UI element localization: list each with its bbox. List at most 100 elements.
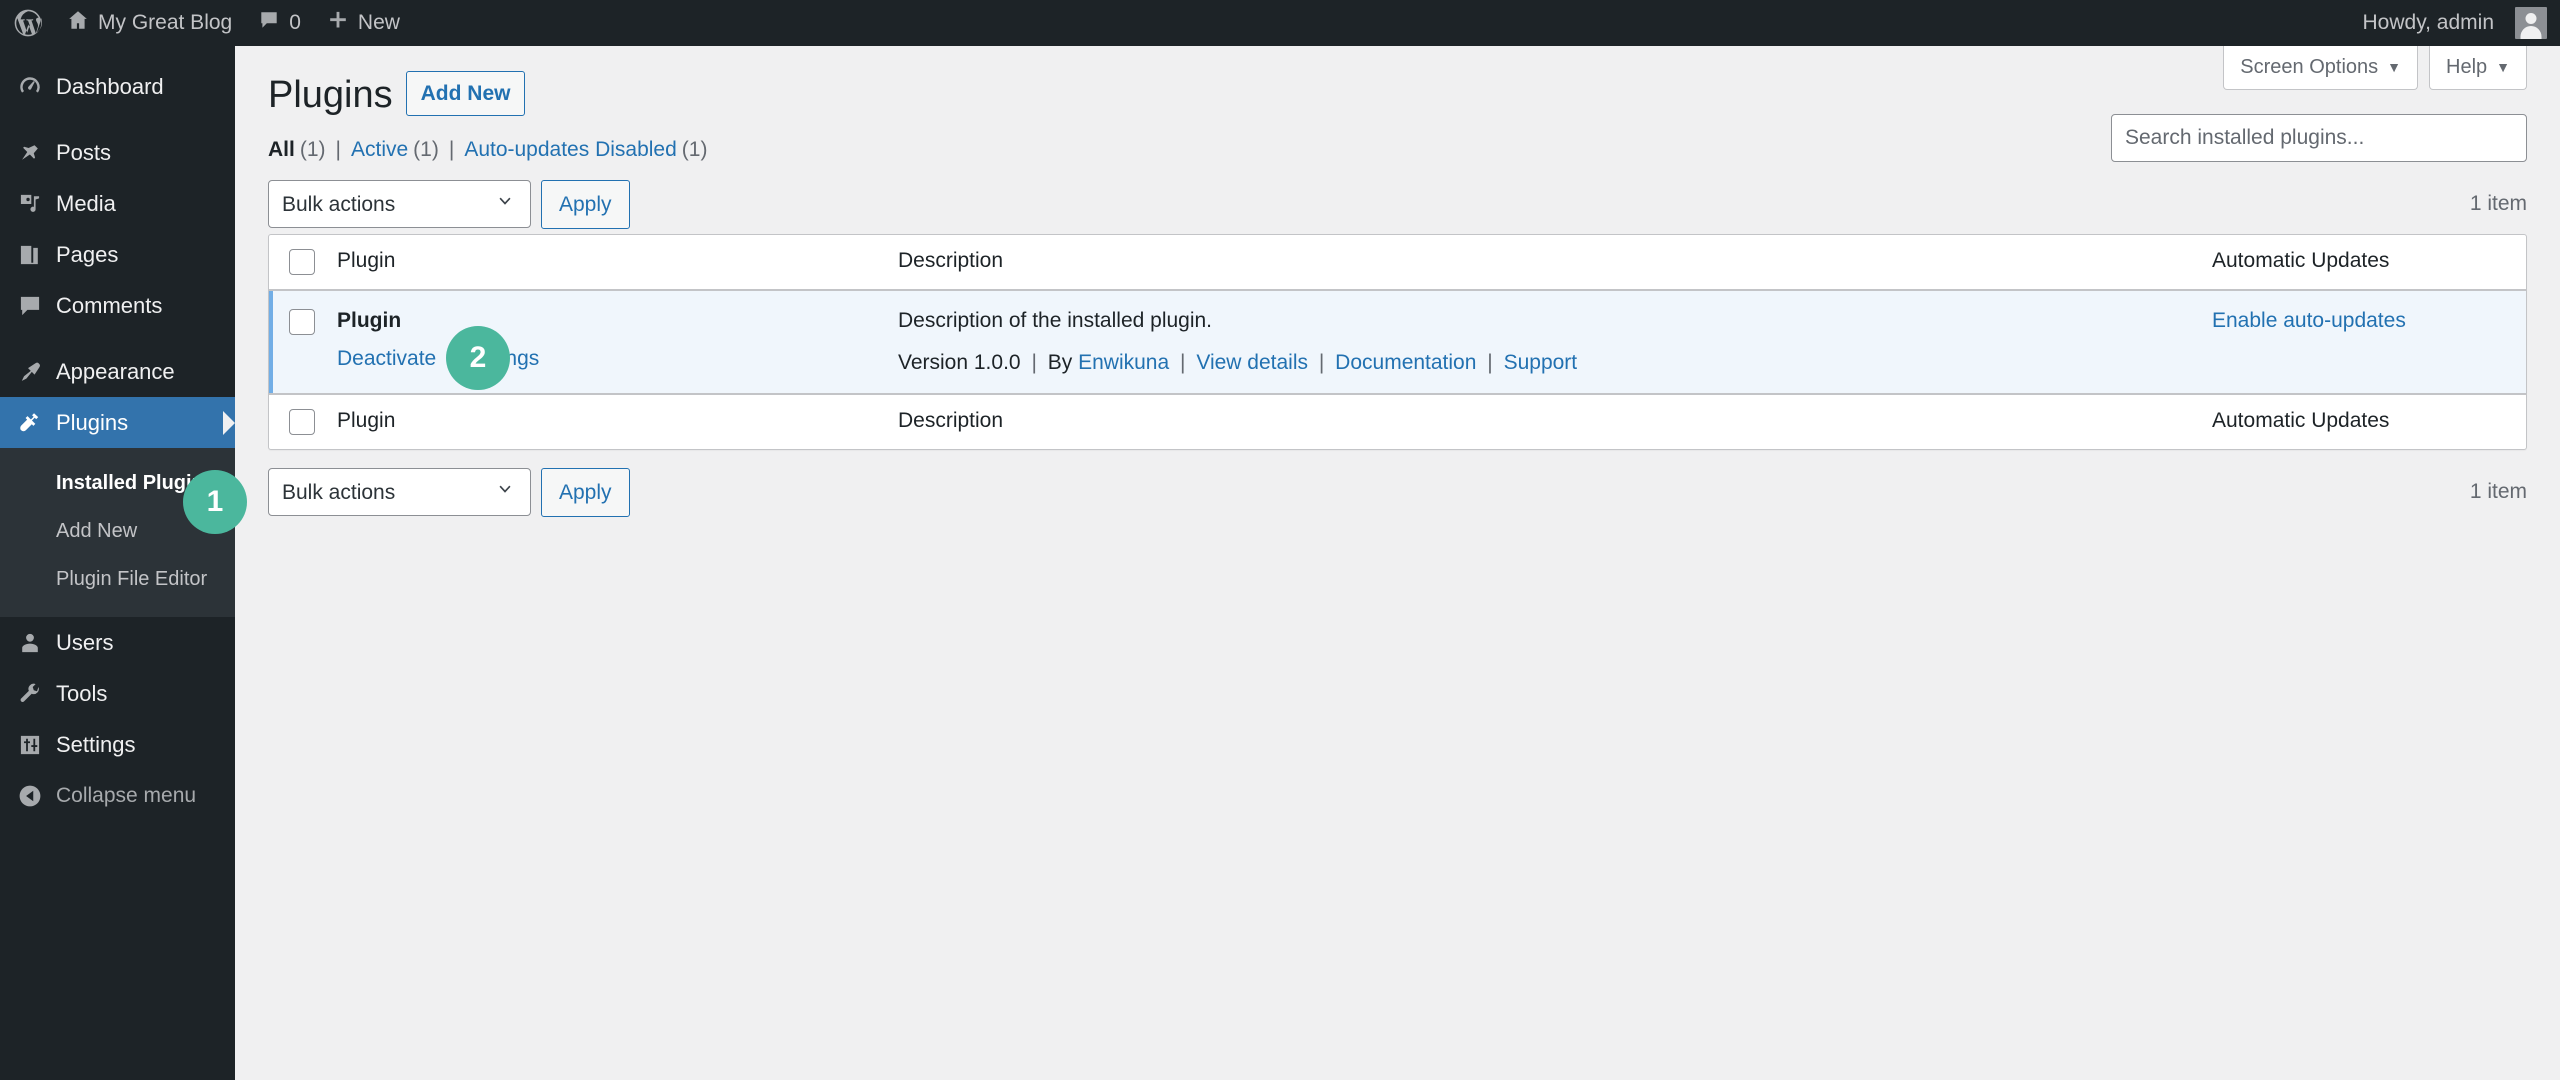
select-all-footer bbox=[269, 394, 337, 449]
apply-button-bottom[interactable]: Apply bbox=[541, 467, 630, 518]
meta-separator: | bbox=[1318, 351, 1325, 375]
column-header-plugin[interactable]: Plugin bbox=[337, 235, 882, 291]
annotation-marker-2: 2 bbox=[446, 326, 510, 390]
user-icon bbox=[13, 626, 47, 660]
plugins-table: Plugin Description Automatic Updates Plu… bbox=[268, 234, 2527, 451]
sidebar-item-label: Users bbox=[56, 629, 114, 655]
annotation-marker-1: 1 bbox=[183, 470, 247, 534]
filter-autoupdates-disabled: Auto-updates Disabled (1) bbox=[464, 138, 707, 162]
sidebar-item-posts[interactable]: Posts bbox=[0, 127, 235, 178]
menu-spacer-1 bbox=[0, 112, 235, 127]
collapse-menu-button[interactable]: Collapse menu bbox=[0, 770, 235, 821]
sidebar-item-users[interactable]: Users bbox=[0, 617, 235, 668]
plugins-table-head: Plugin Description Automatic Updates bbox=[269, 235, 2526, 291]
select-all-checkbox[interactable] bbox=[289, 249, 315, 276]
deactivate-link[interactable]: Deactivate bbox=[337, 347, 436, 370]
sidebar-item-tools[interactable]: Tools bbox=[0, 668, 235, 719]
view-details-link[interactable]: View details bbox=[1196, 351, 1308, 374]
comments-count: 0 bbox=[289, 11, 301, 34]
plugin-row-actions: Deactivate | Settings bbox=[337, 347, 866, 371]
page-header: Plugins Add New bbox=[268, 46, 2527, 124]
support-link[interactable]: Support bbox=[1504, 351, 1578, 374]
plugin-meta: Version 1.0.0 | By Enwikuna | View detai… bbox=[898, 351, 2180, 375]
row-description-cell: Description of the installed plugin. Ver… bbox=[882, 290, 2196, 395]
wordpress-logo-menu[interactable] bbox=[0, 0, 54, 46]
row-plugin-name-cell: Plugin Deactivate | Settings bbox=[337, 290, 882, 395]
enable-auto-updates-link[interactable]: Enable auto-updates bbox=[2212, 309, 2406, 332]
meta-separator: | bbox=[1031, 351, 1037, 375]
site-name-menu[interactable]: My Great Blog bbox=[54, 0, 245, 46]
howdy-label: Howdy, admin bbox=[2362, 11, 2495, 34]
pin-icon bbox=[13, 136, 47, 170]
plugins-table-foot: Plugin Description Automatic Updates bbox=[269, 394, 2526, 449]
dashboard-icon bbox=[13, 70, 47, 104]
page-wrap: Plugins Add New All (1) | Active (1) | A… bbox=[235, 46, 2560, 522]
select-all-header bbox=[269, 235, 337, 291]
comment-bubble-icon bbox=[13, 289, 47, 323]
bulk-actions-select-wrap-bottom: Bulk actions bbox=[268, 468, 531, 517]
comments-menu[interactable]: 0 bbox=[245, 0, 314, 46]
filter-autoupdates-disabled-link[interactable]: Auto-updates Disabled bbox=[464, 138, 676, 162]
sidebar-item-comments[interactable]: Comments bbox=[0, 280, 235, 331]
new-content-menu[interactable]: New bbox=[314, 0, 413, 46]
tablenav-bottom: Bulk actions Apply 1 item bbox=[268, 462, 2527, 522]
apply-button-top[interactable]: Apply bbox=[541, 179, 630, 230]
filter-separator-2: | bbox=[448, 138, 455, 162]
sidebar-item-label: Appearance bbox=[56, 358, 175, 384]
plugin-version: Version 1.0.0 bbox=[898, 351, 1021, 375]
filter-all-count: (1) bbox=[299, 138, 326, 162]
sidebar-item-label: Comments bbox=[56, 292, 163, 318]
comment-bubble-icon bbox=[258, 9, 280, 37]
main-content: Screen Options ▼ Help ▼ Plugins Add New … bbox=[235, 46, 2560, 1080]
column-header-description[interactable]: Description bbox=[882, 235, 2196, 291]
row-checkbox[interactable] bbox=[289, 309, 315, 336]
sidebar-item-label: Plugins bbox=[56, 409, 129, 435]
sidebar-item-label: Media bbox=[56, 190, 116, 216]
column-footer-automatic-updates[interactable]: Automatic Updates bbox=[2196, 394, 2526, 449]
wrench-icon bbox=[13, 677, 47, 711]
admin-sidebar-menu: Dashboard Posts Media Pages Comments App… bbox=[0, 46, 235, 1080]
wordpress-logo-icon bbox=[12, 7, 44, 39]
sidebar-item-media[interactable]: Media bbox=[0, 178, 235, 229]
documentation-link[interactable]: Documentation bbox=[1335, 351, 1476, 374]
sidebar-item-plugins[interactable]: Plugins bbox=[0, 397, 235, 448]
settings-sliders-icon bbox=[13, 728, 47, 762]
sidebar-item-plugin-file-editor[interactable]: Plugin File Editor bbox=[0, 555, 235, 603]
my-account-menu[interactable]: Howdy, admin bbox=[2350, 0, 2547, 46]
plugins-table-body: Plugin Deactivate | Settings Description… bbox=[269, 290, 2526, 395]
bulk-actions-select-wrap-top: Bulk actions bbox=[268, 180, 531, 229]
meta-separator: | bbox=[1487, 351, 1493, 375]
plugin-author-link[interactable]: Enwikuna bbox=[1078, 351, 1169, 374]
plus-icon bbox=[327, 9, 349, 37]
column-footer-description[interactable]: Description bbox=[882, 394, 2196, 449]
search-input[interactable] bbox=[2111, 114, 2527, 162]
media-icon bbox=[13, 187, 47, 221]
select-all-checkbox-footer[interactable] bbox=[289, 409, 315, 436]
sidebar-item-pages[interactable]: Pages bbox=[0, 229, 235, 280]
table-header-row: Plugin Description Automatic Updates bbox=[269, 235, 2526, 291]
plugin-name: Plugin bbox=[337, 309, 402, 333]
sidebar-item-dashboard[interactable]: Dashboard bbox=[0, 61, 235, 112]
column-header-automatic-updates[interactable]: Automatic Updates bbox=[2196, 235, 2526, 291]
column-footer-plugin[interactable]: Plugin bbox=[337, 394, 882, 449]
sidebar-item-appearance[interactable]: Appearance bbox=[0, 346, 235, 397]
row-checkbox-cell bbox=[269, 290, 337, 395]
bulk-actions-select-bottom[interactable]: Bulk actions bbox=[268, 468, 531, 517]
tablenav-top: Bulk actions Apply 1 item bbox=[268, 174, 2527, 234]
sidebar-item-label: Pages bbox=[56, 241, 119, 267]
add-new-plugin-button[interactable]: Add New bbox=[405, 70, 526, 116]
filter-autoupdates-disabled-count: (1) bbox=[681, 138, 708, 162]
paintbrush-icon bbox=[13, 355, 47, 389]
plug-icon bbox=[13, 406, 47, 440]
filter-all-link[interactable]: All bbox=[268, 138, 295, 162]
by-label: By bbox=[1047, 351, 1073, 375]
sidebar-item-settings[interactable]: Settings bbox=[0, 719, 235, 770]
home-icon bbox=[67, 9, 89, 37]
displaying-num-bottom: 1 item bbox=[2469, 480, 2527, 504]
filter-active-link[interactable]: Active bbox=[351, 138, 408, 162]
sidebar-item-label: Posts bbox=[56, 139, 112, 165]
site-name-label: My Great Blog bbox=[98, 11, 233, 34]
bulk-actions-select-top[interactable]: Bulk actions bbox=[268, 180, 531, 229]
row-automatic-updates-cell: Enable auto-updates bbox=[2196, 290, 2526, 395]
sidebar-item-label: Settings bbox=[56, 731, 136, 757]
